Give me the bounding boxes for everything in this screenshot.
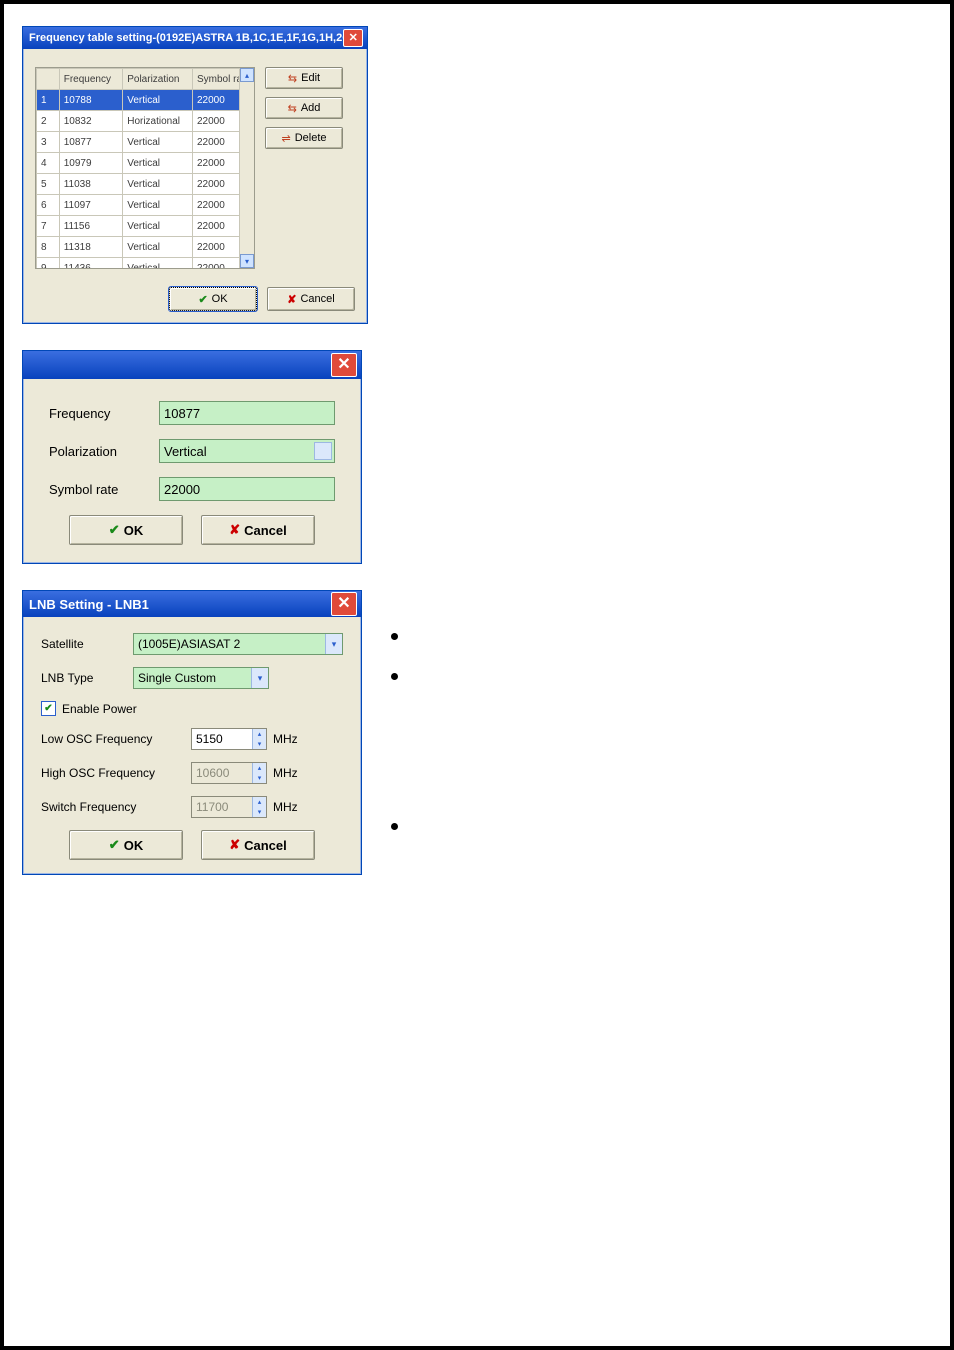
symbolrate-input[interactable]: 22000 (159, 477, 335, 501)
titlebar: ✕ (23, 351, 361, 379)
polarization-select[interactable]: Vertical▾ (159, 439, 335, 463)
spin-up-icon: ▴ (252, 797, 266, 807)
switch-label: Switch Frequency (41, 800, 191, 814)
bullet-icon (391, 633, 398, 640)
satellite-label: Satellite (41, 637, 133, 651)
frequency-edit-dialog: ✕ Frequency 10877 Polarization Vertical▾… (22, 350, 362, 564)
window-title: Frequency table setting-(0192E)ASTRA 1B,… (29, 32, 343, 44)
check-icon: ✔ (109, 837, 120, 853)
symbolrate-label: Symbol rate (49, 482, 159, 497)
lnbtype-label: LNB Type (41, 671, 133, 685)
switch-spinner: 11700▴▾ (191, 796, 267, 818)
add-button[interactable]: Add (265, 97, 343, 119)
scrollbar[interactable]: ▴ ▾ (239, 68, 254, 268)
table-row[interactable]: 110788Vertical22000 (37, 90, 254, 111)
col-index (37, 69, 60, 90)
cross-icon: ✘ (229, 522, 240, 538)
lnb-setting-window: LNB Setting - LNB1 ✕ Satellite (1005E)AS… (22, 590, 362, 875)
delete-button[interactable]: Delete (265, 127, 343, 149)
spin-down-icon: ▾ (252, 807, 266, 817)
frequency-input[interactable]: 10877 (159, 401, 335, 425)
col-polarization: Polarization (123, 69, 193, 90)
delete-icon (281, 132, 290, 145)
cancel-button[interactable]: ✘Cancel (201, 515, 315, 545)
table-row[interactable]: 611097Vertical22000 (37, 195, 254, 216)
chevron-down-icon: ▾ (325, 634, 342, 654)
window-title: LNB Setting - LNB1 (29, 597, 149, 612)
check-icon: ✔ (198, 293, 207, 306)
cancel-button[interactable]: ✘Cancel (267, 287, 355, 311)
highosc-label: High OSC Frequency (41, 766, 191, 780)
bullet-icon (391, 673, 398, 680)
frequency-table[interactable]: Frequency Polarization Symbol ra 110788V… (35, 67, 255, 269)
spin-down-icon: ▾ (252, 773, 266, 783)
table-row[interactable]: 811318Vertical22000 (37, 237, 254, 258)
frequency-table-window: Frequency table setting-(0192E)ASTRA 1B,… (22, 26, 368, 324)
enable-power-checkbox[interactable]: ✔ (41, 701, 56, 716)
table-row[interactable]: 911436Vertical22000 (37, 258, 254, 270)
spin-down-icon[interactable]: ▾ (252, 739, 266, 749)
ok-button[interactable]: ✔OK (69, 830, 183, 860)
satellite-select[interactable]: (1005E)ASIASAT 2▾ (133, 633, 343, 655)
titlebar: Frequency table setting-(0192E)ASTRA 1B,… (23, 27, 367, 49)
table-row[interactable]: 711156Vertical22000 (37, 216, 254, 237)
spin-up-icon: ▴ (252, 763, 266, 773)
col-frequency: Frequency (59, 69, 123, 90)
table-row[interactable]: 410979Vertical22000 (37, 153, 254, 174)
table-header-row: Frequency Polarization Symbol ra (37, 69, 254, 90)
chevron-down-icon: ▾ (251, 668, 268, 688)
check-icon: ✔ (109, 522, 120, 538)
table-row[interactable]: 310877Vertical22000 (37, 132, 254, 153)
lnbtype-select[interactable]: Single Custom▾ (133, 667, 269, 689)
chevron-down-icon: ▾ (323, 446, 328, 457)
close-icon[interactable]: ✕ (343, 29, 363, 47)
scroll-up-icon[interactable]: ▴ (240, 68, 254, 82)
frequency-label: Frequency (49, 406, 159, 421)
ok-button[interactable]: ✔OK (169, 287, 257, 311)
table-row[interactable]: 511038Vertical22000 (37, 174, 254, 195)
enable-power-label: Enable Power (62, 702, 137, 716)
cross-icon: ✘ (287, 293, 296, 306)
unit-label: MHz (273, 766, 298, 780)
scroll-down-icon[interactable]: ▾ (240, 254, 254, 268)
titlebar: LNB Setting - LNB1 ✕ (23, 591, 361, 617)
edit-button[interactable]: Edit (265, 67, 343, 89)
cancel-button[interactable]: ✘Cancel (201, 830, 315, 860)
add-icon (288, 102, 297, 115)
polarization-label: Polarization (49, 444, 159, 459)
close-icon[interactable]: ✕ (331, 592, 357, 616)
highosc-spinner: 10600▴▾ (191, 762, 267, 784)
edit-icon (288, 72, 297, 85)
table-row[interactable]: 210832Horizational22000 (37, 111, 254, 132)
spin-up-icon[interactable]: ▴ (252, 729, 266, 739)
lowosc-label: Low OSC Frequency (41, 732, 191, 746)
ok-button[interactable]: ✔OK (69, 515, 183, 545)
close-icon[interactable]: ✕ (331, 353, 357, 377)
bullet-icon (391, 823, 398, 830)
unit-label: MHz (273, 800, 298, 814)
unit-label: MHz (273, 732, 298, 746)
lowosc-spinner[interactable]: 5150▴▾ (191, 728, 267, 750)
cross-icon: ✘ (229, 837, 240, 853)
